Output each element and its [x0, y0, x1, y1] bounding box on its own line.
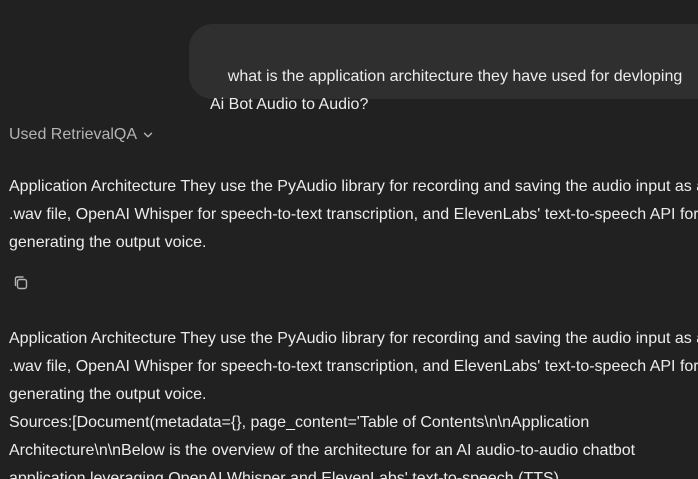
response-sources: Sources:[Document(metadata={}, page_cont…: [9, 414, 636, 479]
copy-icon[interactable]: [11, 273, 31, 293]
user-message-bubble: what is the application architecture the…: [189, 24, 698, 113]
assistant-response-1: Application Architecture They use the Py…: [9, 173, 698, 257]
response-paragraph: Application Architecture They use the Py…: [9, 330, 698, 403]
tool-usage-label: Used RetrievalQA: [9, 126, 138, 143]
tool-usage-toggle[interactable]: Used RetrievalQA: [9, 124, 153, 146]
chevron-down-icon: [143, 132, 153, 138]
response-paragraph: Application Architecture They use the Py…: [9, 178, 698, 251]
user-message-text: what is the application architecture the…: [210, 68, 686, 113]
assistant-response-2: Application Architecture They use the Py…: [9, 325, 698, 479]
chat-view: what is the application architecture the…: [0, 0, 698, 479]
